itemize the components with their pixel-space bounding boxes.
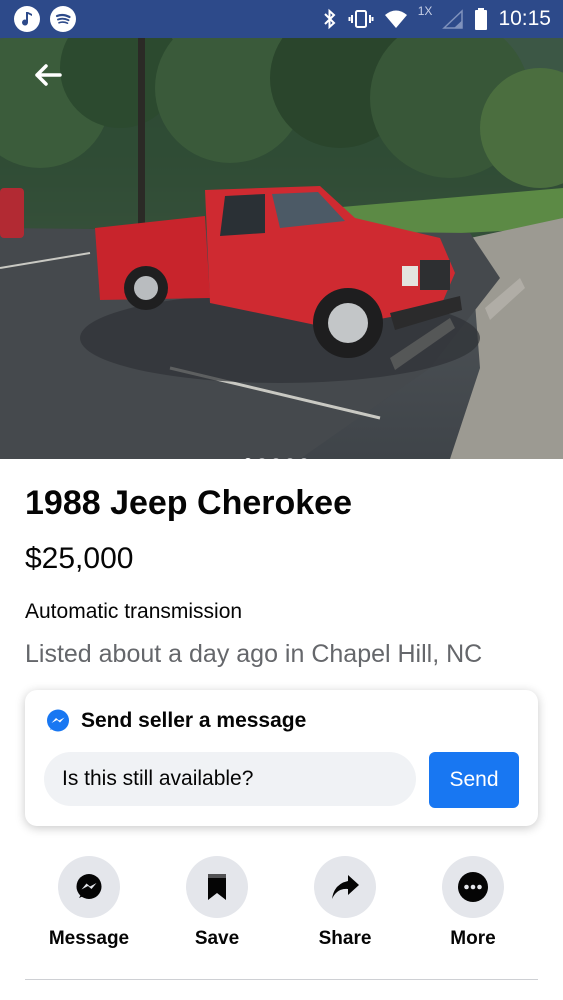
battery-icon xyxy=(475,8,488,30)
clock: 10:15 xyxy=(498,7,551,30)
listing-posted-info: Listed about a day ago in Chapel Hill, N… xyxy=(25,640,483,668)
message-action-button[interactable]: Message xyxy=(34,856,144,950)
more-dots-icon xyxy=(458,872,488,902)
truck-photo-illustration xyxy=(0,38,563,459)
status-bar-system: 1X 10:15 xyxy=(322,0,551,38)
share-arrow-icon xyxy=(332,875,359,899)
more-action-label: More xyxy=(450,928,496,949)
share-action-label: Share xyxy=(318,928,372,949)
photo-dot[interactable] xyxy=(244,458,252,459)
message-input[interactable] xyxy=(44,752,416,806)
save-action-circle[interactable] xyxy=(186,856,248,918)
bookmark-icon xyxy=(208,874,226,900)
listing-photo[interactable] xyxy=(0,38,563,459)
status-bar-notifications xyxy=(14,6,76,32)
message-card-heading: Send seller a message xyxy=(81,709,307,732)
photo-dot[interactable] xyxy=(258,458,266,459)
message-action-circle[interactable] xyxy=(58,856,120,918)
more-action-button[interactable]: More xyxy=(418,856,528,950)
photo-dot[interactable] xyxy=(300,458,308,459)
listing-title: 1988 Jeep Cherokee xyxy=(25,484,352,522)
send-seller-message-card: Send seller a message Send xyxy=(25,690,538,826)
messenger-icon xyxy=(76,874,102,899)
music-app-icon xyxy=(14,6,40,32)
photo-pagination[interactable] xyxy=(244,458,308,459)
section-divider xyxy=(25,979,538,980)
status-bar: 1X 10:15 xyxy=(0,0,563,38)
message-action-label: Message xyxy=(48,928,130,949)
spotify-icon xyxy=(50,6,76,32)
share-action-button[interactable]: Share xyxy=(290,856,400,950)
back-arrow-icon[interactable] xyxy=(30,58,64,92)
wifi-icon xyxy=(384,10,407,28)
save-action-label: Save xyxy=(194,928,240,949)
listing-price: $25,000 xyxy=(25,542,134,575)
save-action-button[interactable]: Save xyxy=(162,856,272,950)
vibrate-icon xyxy=(348,10,374,28)
photo-dot[interactable] xyxy=(286,458,294,459)
signal-icon xyxy=(442,9,464,29)
messenger-icon xyxy=(47,709,69,732)
share-action-circle[interactable] xyxy=(314,856,376,918)
bluetooth-icon xyxy=(324,8,336,30)
more-action-circle[interactable] xyxy=(442,856,504,918)
listing-transmission: Automatic transmission xyxy=(25,600,243,623)
network-badge: 1X xyxy=(417,4,433,18)
message-card-header: Send seller a message xyxy=(45,708,306,734)
send-button[interactable]: Send xyxy=(429,752,519,808)
photo-dot[interactable] xyxy=(272,458,280,459)
action-row: Message Save Share More xyxy=(0,856,563,966)
